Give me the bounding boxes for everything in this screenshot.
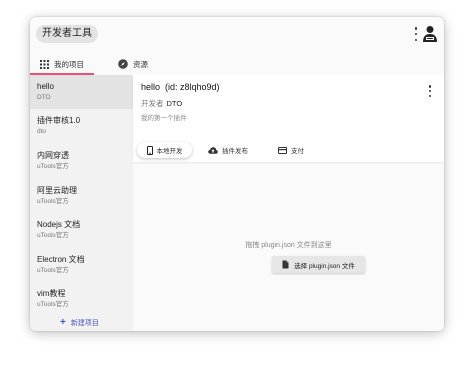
project-name: hello xyxy=(37,82,54,91)
user-avatar-icon xyxy=(423,26,437,42)
project-name: Nodejs 文档 xyxy=(37,220,81,229)
sidebar-item-aliyun[interactable]: 阿里云助理 uTools官方 xyxy=(30,179,133,213)
project-name: vim教程 xyxy=(37,289,66,298)
plugin-id: (id: z8lqho9d) xyxy=(165,82,220,92)
project-author: uTools官方 xyxy=(37,163,69,170)
plugin-info-card: hello (id: z8lqho9d) 开发者 DTO 我的第一个插件 本地开发 xyxy=(133,75,444,162)
avatar[interactable] xyxy=(422,25,438,43)
app-window: 开发者工具 我的项目 资源 hello DTO 插件审核1.0 dto 内网穿透… xyxy=(30,17,444,331)
sidebar-item-vim[interactable]: vim教程 uTools官方 xyxy=(30,282,133,316)
sidebar-item-electron[interactable]: Electron 文档 uTools官方 xyxy=(30,248,133,282)
developer-line: 开发者 DTO xyxy=(141,98,182,109)
sidebar-item-review[interactable]: 插件审核1.0 dto xyxy=(30,109,133,143)
project-author: uTools官方 xyxy=(37,301,69,308)
plugin-more-icon[interactable] xyxy=(427,85,433,97)
plugin-description: 我的第一个插件 xyxy=(141,115,187,122)
project-name: 插件审核1.0 xyxy=(37,116,81,125)
plus-icon: + xyxy=(60,317,66,328)
new-project-label: 新建项目 xyxy=(70,319,99,327)
project-author: uTools官方 xyxy=(37,267,69,274)
tab-payment[interactable]: 支付 xyxy=(278,142,304,158)
tab-publish-label: 插件发布 xyxy=(222,148,248,155)
sidebar-item-nodejs[interactable]: Nodejs 文档 uTools官方 xyxy=(30,213,133,247)
tab-local-dev[interactable]: 本地开发 xyxy=(137,142,192,158)
dropzone-hint: 拖拽 plugin.json 文件到这里 xyxy=(245,242,332,249)
project-author: dto xyxy=(37,128,47,135)
credit-card-icon xyxy=(278,146,287,154)
tab-publish[interactable]: 插件发布 xyxy=(208,142,248,158)
select-plugin-json-label: 选择 plugin.json 文件 xyxy=(294,262,355,270)
compass-icon xyxy=(118,59,128,69)
tab-my-projects[interactable]: 我的项目 xyxy=(30,53,94,75)
project-name: Electron 文档 xyxy=(37,255,85,264)
plugin-title: hello (id: z8lqho9d) xyxy=(141,82,220,92)
tab-payment-label: 支付 xyxy=(291,148,304,155)
select-plugin-json-button[interactable]: 选择 plugin.json 文件 xyxy=(272,256,365,273)
tab-resources[interactable]: 资源 xyxy=(118,53,148,75)
file-icon xyxy=(282,260,289,269)
project-name: 内网穿透 xyxy=(37,151,69,160)
more-menu-icon[interactable] xyxy=(413,27,419,41)
project-author: uTools官方 xyxy=(37,232,69,239)
project-sidebar: hello DTO 插件审核1.0 dto 内网穿透 uTools官方 阿里云助… xyxy=(30,75,133,331)
tab-local-dev-label: 本地开发 xyxy=(156,148,183,155)
cloud-upload-icon xyxy=(208,146,218,154)
sidebar-item-hello[interactable]: hello DTO xyxy=(30,75,133,109)
project-author: DTO xyxy=(37,94,51,101)
project-name: 阿里云助理 xyxy=(37,186,77,195)
main-tabs: 我的项目 资源 xyxy=(30,53,444,75)
developer-label: 开发者 xyxy=(141,99,164,108)
project-detail: hello (id: z8lqho9d) 开发者 DTO 我的第一个插件 本地开发 xyxy=(133,75,444,331)
phone-icon xyxy=(146,145,153,155)
sidebar-item-tunnel[interactable]: 内网穿透 uTools官方 xyxy=(30,144,133,178)
grid-icon xyxy=(40,59,49,69)
tab-resources-label: 资源 xyxy=(133,59,148,69)
tab-my-projects-label: 我的项目 xyxy=(54,59,84,69)
plugin-name: hello xyxy=(141,82,161,92)
title-bar: 开发者工具 xyxy=(30,17,444,51)
new-project-button[interactable]: + 新建项目 xyxy=(60,317,99,328)
project-author: uTools官方 xyxy=(37,198,69,205)
app-title: 开发者工具 xyxy=(36,25,98,43)
developer-name: DTO xyxy=(166,99,183,108)
